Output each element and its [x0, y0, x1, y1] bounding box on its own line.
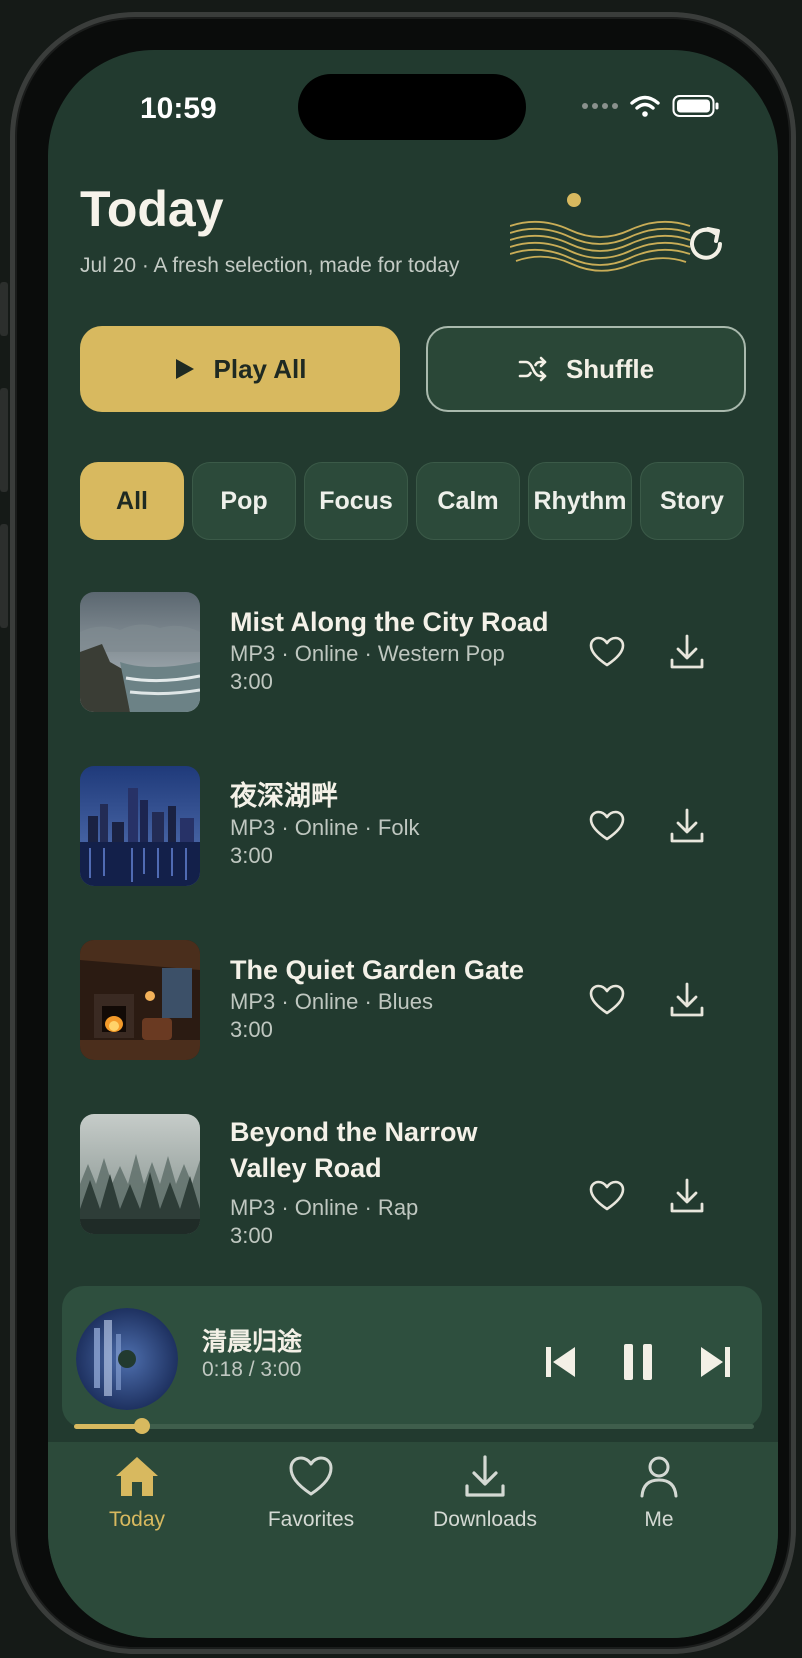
album-cover	[80, 766, 200, 886]
filter-chip-pop[interactable]: Pop	[192, 462, 296, 540]
download-icon	[465, 1455, 505, 1497]
shuffle-label: Shuffle	[565, 353, 655, 384]
tab-label: Me	[644, 1508, 674, 1531]
filter-chip-calm[interactable]: Calm	[416, 462, 520, 540]
side-button	[0, 388, 8, 492]
skip-previous-icon	[546, 1347, 575, 1377]
favorite-button[interactable]	[585, 1174, 629, 1218]
tab-label: Favorites	[267, 1508, 355, 1531]
play-all-button[interactable]: Play All	[80, 326, 400, 412]
favorite-button[interactable]	[585, 630, 629, 674]
side-button	[0, 282, 8, 336]
play-all-label: Play All	[213, 353, 307, 384]
download-button[interactable]	[665, 804, 709, 848]
battery-icon	[672, 95, 719, 117]
album-cover	[80, 940, 200, 1060]
download-icon	[670, 982, 704, 1017]
download-button[interactable]	[665, 978, 709, 1022]
pause-icon	[624, 1344, 652, 1380]
track-title: 夜深湖畔	[230, 781, 338, 811]
now-playing-time: 0:18 / 3:00	[202, 1358, 302, 1381]
status-icons	[582, 94, 720, 118]
playback-progress[interactable]	[74, 1418, 754, 1434]
filter-chip-focus[interactable]: Focus	[304, 462, 408, 540]
track-title: Beyond the Narrow Valley Road	[230, 1117, 478, 1183]
page-title: Today	[80, 181, 224, 237]
page-subtitle: Jul 20 · A fresh selection, made for tod…	[80, 254, 460, 277]
download-icon	[670, 1178, 704, 1213]
heart-icon	[589, 810, 625, 841]
wifi-icon	[630, 95, 660, 117]
track-duration: 3:00	[230, 843, 273, 868]
album-cover	[80, 1114, 200, 1234]
status-time: 10:59	[140, 92, 217, 125]
phone-frame: 10:59 Today Jul 20 · A fresh selection, …	[10, 12, 796, 1654]
track-row[interactable]: 夜深湖畔 MP3 · Online · Folk 3:00	[80, 766, 740, 888]
tab-today[interactable]: Today	[62, 1454, 212, 1532]
previous-button[interactable]	[538, 1340, 582, 1384]
progress-fill	[74, 1424, 142, 1429]
track-duration: 3:00	[230, 1223, 273, 1248]
tab-favorites[interactable]: Favorites	[236, 1454, 386, 1532]
download-icon	[670, 808, 704, 843]
track-duration: 3:00	[230, 1017, 273, 1042]
heart-icon	[589, 636, 625, 667]
track-title: Mist Along the City Road	[230, 607, 549, 637]
shuffle-button[interactable]: Shuffle	[426, 326, 746, 412]
album-cover	[80, 592, 200, 712]
track-meta: MP3 · Online · Blues	[230, 989, 433, 1014]
download-button[interactable]	[665, 1174, 709, 1218]
track-row[interactable]: The Quiet Garden Gate MP3 · Online · Blu…	[80, 940, 740, 1062]
track-meta: MP3 · Online · Rap	[230, 1195, 419, 1220]
tab-bar: Today Favorites Downloads Me	[48, 1442, 778, 1638]
skip-next-icon	[701, 1347, 730, 1377]
side-button	[0, 524, 8, 628]
dynamic-island	[298, 74, 526, 140]
next-button[interactable]	[694, 1340, 738, 1384]
track-row[interactable]: Mist Along the City Road MP3 · Online · …	[80, 592, 740, 714]
mini-player[interactable]: 清晨归途 0:18 / 3:00	[62, 1286, 762, 1428]
track-title: The Quiet Garden Gate	[230, 955, 525, 985]
favorite-button[interactable]	[585, 804, 629, 848]
heart-icon	[589, 1180, 625, 1211]
favorite-button[interactable]	[585, 978, 629, 1022]
signal-icon	[582, 103, 618, 109]
track-row[interactable]: Beyond the Narrow Valley Road MP3 · Onli…	[80, 1114, 740, 1248]
heart-icon	[289, 1456, 333, 1496]
app-screen: 10:59 Today Jul 20 · A fresh selection, …	[48, 50, 778, 1638]
heart-icon	[589, 984, 625, 1015]
filter-chip-all[interactable]: All	[80, 462, 184, 540]
track-duration: 3:00	[230, 669, 273, 694]
download-icon	[670, 634, 704, 669]
progress-knob[interactable]	[134, 1418, 150, 1434]
genre-filters: All Pop Focus Calm Rhythm Story	[80, 462, 744, 540]
tab-label: Today	[108, 1508, 166, 1531]
track-meta: MP3 · Online · Folk	[230, 815, 420, 840]
waves-decoration-icon	[510, 193, 691, 272]
person-icon	[640, 1456, 678, 1498]
tab-label: Downloads	[433, 1508, 537, 1531]
shuffle-icon	[518, 356, 547, 382]
home-icon	[116, 1457, 158, 1496]
filter-chip-story[interactable]: Story	[640, 462, 744, 540]
tab-me[interactable]: Me	[584, 1454, 734, 1532]
filter-chip-rhythm[interactable]: Rhythm	[528, 462, 632, 540]
now-playing-title: 清晨归途	[202, 1328, 303, 1356]
track-meta: MP3 · Online · Western Pop	[230, 641, 505, 666]
now-playing-cover	[76, 1308, 178, 1410]
pause-button[interactable]	[616, 1340, 660, 1384]
play-icon	[175, 359, 194, 379]
download-button[interactable]	[665, 630, 709, 674]
tab-downloads[interactable]: Downloads	[410, 1454, 560, 1532]
refresh-icon[interactable]	[682, 220, 730, 268]
